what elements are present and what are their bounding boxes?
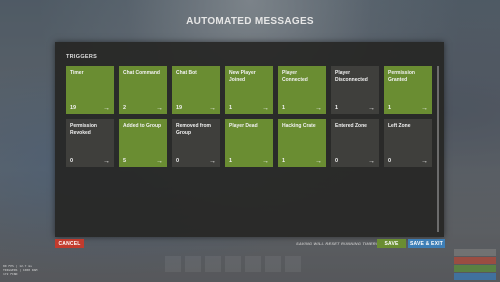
trigger-count: 1 xyxy=(282,158,286,164)
trigger-label: Chat Command xyxy=(123,70,160,76)
arrow-right-icon[interactable]: → xyxy=(368,105,375,112)
trigger-card[interactable]: New Player Joined 1 → xyxy=(225,66,273,114)
hotbar-slot xyxy=(285,256,301,272)
arrow-right-icon[interactable]: → xyxy=(209,158,216,165)
trigger-count: 2 xyxy=(123,105,127,111)
trigger-count: 1 xyxy=(335,105,339,111)
trigger-count: 19 xyxy=(176,105,183,111)
trigger-count: 5 xyxy=(123,158,127,164)
trigger-label: Added to Group xyxy=(123,123,162,129)
cancel-button[interactable]: CANCEL xyxy=(55,239,84,248)
arrow-right-icon[interactable]: → xyxy=(315,158,322,165)
arrow-right-icon[interactable]: → xyxy=(368,158,375,165)
trigger-card[interactable]: Entered Zone 0 → xyxy=(331,119,379,167)
trigger-label: Entered Zone xyxy=(335,123,367,129)
triggers-panel: TRIGGERS Timer 19 → Chat Command 2 → Chat Bot 1… xyxy=(55,42,444,237)
trigger-label: Hacking Crate xyxy=(282,123,316,129)
trigger-count: 1 xyxy=(388,105,392,111)
save-and-exit-button[interactable]: SAVE & EXIT xyxy=(408,239,445,248)
trigger-label: Chat Bot xyxy=(176,70,197,76)
trigger-label: New Player Joined xyxy=(229,70,256,83)
trigger-card[interactable]: Added to Group 5 → xyxy=(119,119,167,167)
trigger-count: 1 xyxy=(282,105,286,111)
trigger-card[interactable]: Player Disconnected 1 → xyxy=(331,66,379,114)
trigger-count: 1 xyxy=(229,158,233,164)
hotbar-slot xyxy=(165,256,181,272)
trigger-card[interactable]: Hacking Crate 1 → xyxy=(278,119,326,167)
performance-hud: 80 FPS | 12.7 ms TRIGGERS | 1000 RAM 172… xyxy=(3,264,37,276)
hotbar-slot xyxy=(245,256,261,272)
trigger-card[interactable]: Timer 19 → xyxy=(66,66,114,114)
trigger-card[interactable]: Player Dead 1 → xyxy=(225,119,273,167)
trigger-card[interactable]: Left Zone 0 → xyxy=(384,119,432,167)
hotbar xyxy=(165,256,335,272)
scrollbar[interactable] xyxy=(437,66,439,232)
trigger-label: Left Zone xyxy=(388,123,411,129)
trigger-count: 0 xyxy=(176,158,180,164)
arrow-right-icon[interactable]: → xyxy=(421,105,428,112)
section-header: TRIGGERS xyxy=(66,54,98,60)
trigger-count: 1 xyxy=(229,105,233,111)
trigger-grid: Timer 19 → Chat Command 2 → Chat Bot 19 → New Pla… xyxy=(66,66,432,167)
trigger-card[interactable]: Permission Granted 1 → xyxy=(384,66,432,114)
arrow-right-icon[interactable]: → xyxy=(262,158,269,165)
trigger-label: Player Disconnected xyxy=(335,70,368,83)
arrow-right-icon[interactable]: → xyxy=(156,158,163,165)
trigger-card[interactable]: Permission Revoked 0 → xyxy=(66,119,114,167)
arrow-right-icon[interactable]: → xyxy=(103,105,110,112)
hotbar-slot xyxy=(185,256,201,272)
trigger-card[interactable]: Removed from Group 0 → xyxy=(172,119,220,167)
window-title: AUTOMATED MESSAGES xyxy=(186,16,314,27)
trigger-card[interactable]: Chat Bot 19 → xyxy=(172,66,220,114)
hotbar-slot xyxy=(265,256,281,272)
scrollbar-thumb[interactable] xyxy=(437,66,439,232)
trigger-count: 19 xyxy=(70,105,77,111)
hotbar-slot xyxy=(205,256,221,272)
trigger-label: Timer xyxy=(70,70,84,76)
trigger-count: 0 xyxy=(335,158,339,164)
trigger-count: 0 xyxy=(70,158,74,164)
trigger-card[interactable]: Chat Command 2 → xyxy=(119,66,167,114)
trigger-count: 0 xyxy=(388,158,392,164)
trigger-label: Permission Granted xyxy=(388,70,415,83)
reset-warning-text: SAVING WILL RESET RUNNING TIMERS xyxy=(296,241,379,246)
arrow-right-icon[interactable]: → xyxy=(103,158,110,165)
trigger-label: Permission Revoked xyxy=(70,123,97,136)
status-bars xyxy=(454,249,496,281)
trigger-card[interactable]: Player Connected 1 → xyxy=(278,66,326,114)
arrow-right-icon[interactable]: → xyxy=(421,158,428,165)
arrow-right-icon[interactable]: → xyxy=(262,105,269,112)
hotbar-slot xyxy=(225,256,241,272)
arrow-right-icon[interactable]: → xyxy=(156,105,163,112)
trigger-label: Player Connected xyxy=(282,70,308,83)
arrow-right-icon[interactable]: → xyxy=(315,105,322,112)
arrow-right-icon[interactable]: → xyxy=(209,105,216,112)
save-button[interactable]: SAVE xyxy=(377,239,406,248)
hud-line: 172 FIND xyxy=(3,272,18,276)
trigger-label: Removed from Group xyxy=(176,123,212,136)
trigger-label: Player Dead xyxy=(229,123,258,129)
